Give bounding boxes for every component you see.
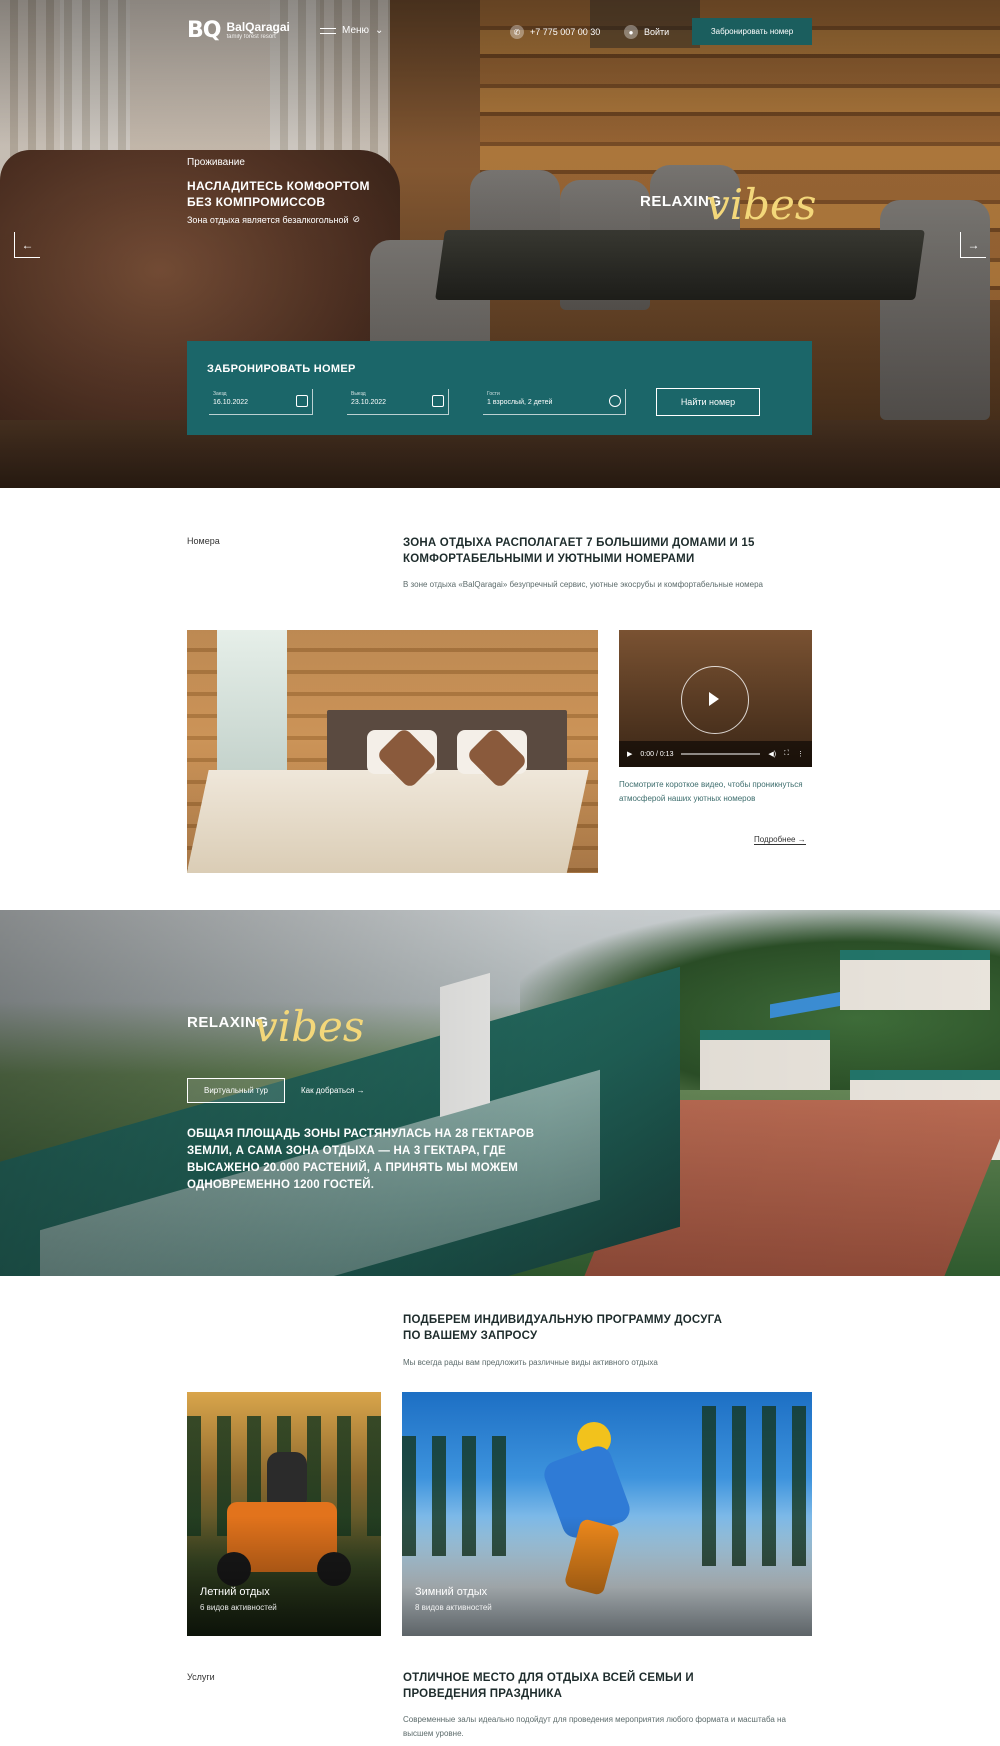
- rooms-more-link[interactable]: Подробнее →: [754, 835, 806, 845]
- room-video[interactable]: ▶ 0:00 / 0:13 ◀) ⛶ ⋮: [619, 630, 812, 767]
- winter-activities-card[interactable]: Зимний отдых 8 видов активностей: [402, 1392, 812, 1636]
- bed: [187, 770, 589, 873]
- card-title: Летний отдых: [200, 1586, 270, 1598]
- checkout-value: 23.10.2022: [351, 399, 387, 406]
- play-small-icon[interactable]: ▶: [627, 750, 632, 758]
- rooms-title: ЗОНА ОТДЫХА РАСПОЛАГАЕТ 7 БОЛЬШИМИ ДОМАМ…: [403, 537, 755, 565]
- logo[interactable]: BQ BalQaragai family forest resort: [187, 18, 290, 43]
- leisure-title: ПОДБЕРЕМ ИНДИВИДУАЛЬНУЮ ПРОГРАММУ ДОСУГА…: [403, 1314, 723, 1342]
- fullscreen-icon[interactable]: ⛶: [784, 750, 789, 758]
- login-button[interactable]: ● Войти: [624, 25, 669, 39]
- guests-label: Гости: [487, 391, 500, 397]
- estate-overlay: [0, 910, 1000, 1276]
- phone-number: +7 775 007 00 30: [530, 27, 601, 37]
- phone-icon: ✆: [510, 25, 524, 39]
- leisure-lead: Мы всегда рады вам предложить различные …: [403, 1358, 658, 1367]
- video-controls: ▶ 0:00 / 0:13 ◀) ⛶ ⋮: [619, 741, 812, 767]
- rooms-lead: В зоне отдыха «BalQaragai» безупречный с…: [403, 580, 763, 589]
- book-room-button[interactable]: Забронировать номер: [692, 18, 812, 45]
- vibes-script: vibes: [706, 180, 817, 229]
- checkout-field[interactable]: Выезд 23.10.2022: [347, 389, 449, 415]
- hero-note: Зона отдыха является безалкогольной ⊘: [187, 214, 387, 225]
- hero-copy: Проживание НАСЛАДИТЕСЬ КОМФОРТОМ БЕЗ КОМ…: [187, 157, 387, 225]
- volume-icon[interactable]: ◀): [768, 750, 776, 758]
- checkout-label: Выезд: [351, 391, 366, 397]
- card-title: Зимний отдых: [415, 1586, 488, 1598]
- services-lead: Современные залы идеально подойдут для п…: [403, 1715, 786, 1738]
- services-kicker: Услуги: [187, 1672, 215, 1682]
- menu-label: Меню: [342, 25, 370, 36]
- checkin-field[interactable]: Заезд 16.10.2022: [209, 389, 313, 415]
- menu-button[interactable]: Меню ⌄: [320, 25, 383, 36]
- video-seek-bar[interactable]: [681, 753, 761, 755]
- logo-tagline: family forest resort: [226, 33, 276, 40]
- hero-note-text: Зона отдыха является безалкогольной: [187, 214, 349, 225]
- find-room-button[interactable]: Найти номер: [656, 388, 760, 416]
- video-time: 0:00 / 0:13: [640, 750, 674, 758]
- checkin-label: Заезд: [213, 391, 227, 397]
- room-photo: [187, 630, 598, 873]
- vibes-script: vibes: [254, 1002, 365, 1051]
- guests-value: 1 взрослый, 2 детей: [487, 399, 553, 406]
- estate-section: RELAXING vibes: [0, 910, 1000, 1276]
- no-alcohol-icon: ⊘: [352, 214, 361, 224]
- user-icon: ●: [624, 25, 638, 39]
- calendar-icon: [432, 395, 444, 407]
- summer-activities-card[interactable]: Летний отдых 6 видов активностей: [187, 1392, 381, 1636]
- chevron-down-icon: ⌄: [375, 25, 384, 36]
- estate-tabs: Виртуальный тур Как добраться →: [187, 1078, 381, 1103]
- logo-text: BalQaragai family forest resort: [226, 21, 289, 40]
- card-overlay: [187, 1516, 381, 1636]
- card-subtitle: 6 видов активностей: [200, 1603, 277, 1612]
- booking-title: ЗАБРОНИРОВАТЬ НОМЕР: [207, 363, 356, 375]
- next-slide-button[interactable]: →: [960, 232, 986, 258]
- hero-section: BQ BalQaragai family forest resort Меню …: [0, 0, 1000, 488]
- booking-panel: ЗАБРОНИРОВАТЬ НОМЕР Заезд 16.10.2022 Вые…: [187, 341, 812, 435]
- rooms-kicker: Номера: [187, 536, 220, 546]
- hamburger-icon: [320, 27, 336, 34]
- card-subtitle: 8 видов активностей: [415, 1603, 492, 1612]
- logo-name: BalQaragai: [226, 20, 290, 35]
- phone-link[interactable]: ✆ +7 775 007 00 30: [510, 25, 600, 39]
- play-icon[interactable]: [709, 692, 719, 706]
- tab-directions[interactable]: Как добраться →: [285, 1079, 381, 1102]
- calendar-icon: [296, 395, 308, 407]
- video-caption: Посмотрите короткое видео, чтобы проникн…: [619, 780, 803, 803]
- logo-mark: BQ: [187, 18, 221, 43]
- tab-virtual-tour[interactable]: Виртуальный тур: [187, 1078, 285, 1103]
- checkin-value: 16.10.2022: [213, 399, 249, 406]
- estate-text: ОБЩАЯ ПЛОЩАДЬ ЗОНЫ РАСТЯНУЛАСЬ НА 28 ГЕК…: [187, 1128, 535, 1191]
- prev-slide-button[interactable]: ←: [14, 232, 40, 258]
- hero-title: НАСЛАДИТЕСЬ КОМФОРТОМ БЕЗ КОМПРОМИССОВ: [187, 179, 370, 209]
- login-label: Войти: [644, 27, 670, 37]
- booking-fields: Заезд 16.10.2022 Выезд 23.10.2022 Гости …: [209, 388, 760, 416]
- services-title: ОТЛИЧНОЕ МЕСТО ДЛЯ ОТДЫХА ВСЕЙ СЕМЬИ И П…: [403, 1672, 694, 1700]
- top-bar: BQ BalQaragai family forest resort Меню …: [0, 0, 1000, 62]
- more-options-icon[interactable]: ⋮: [797, 750, 804, 758]
- hero-kicker: Проживание: [187, 157, 245, 168]
- user-icon: [609, 395, 621, 407]
- card-overlay: [402, 1516, 812, 1636]
- guests-field[interactable]: Гости 1 взрослый, 2 детей: [483, 389, 626, 415]
